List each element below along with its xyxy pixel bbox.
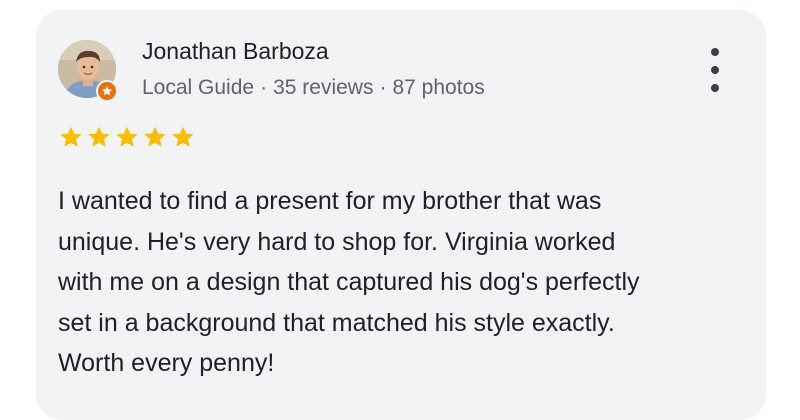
star-icon (86, 124, 112, 150)
more-dot (711, 84, 719, 92)
author-name[interactable]: Jonathan Barboza (142, 38, 329, 65)
review-card: Jonathan Barboza Local Guide · 35 reviews ·… (36, 10, 766, 420)
more-dot (711, 48, 719, 56)
star-icon (170, 124, 196, 150)
meta-separator: · (379, 76, 387, 99)
more-dot (711, 66, 719, 74)
local-guide-label: Local Guide (142, 76, 255, 99)
avatar-container[interactable] (58, 40, 118, 102)
star-icon (58, 124, 84, 150)
reviews-count: 35 reviews (273, 76, 374, 99)
local-guide-star-icon (96, 80, 118, 102)
author-meta: Local Guide · 35 reviews · 87 photos (142, 76, 485, 100)
star-icon (114, 124, 140, 150)
meta-separator: · (260, 76, 268, 99)
star-rating (58, 124, 196, 150)
review-text: I wanted to find a present for my brothe… (58, 187, 640, 377)
star-icon (142, 124, 168, 150)
photos-count: 87 photos (392, 76, 485, 99)
more-vert-icon[interactable] (700, 48, 730, 92)
